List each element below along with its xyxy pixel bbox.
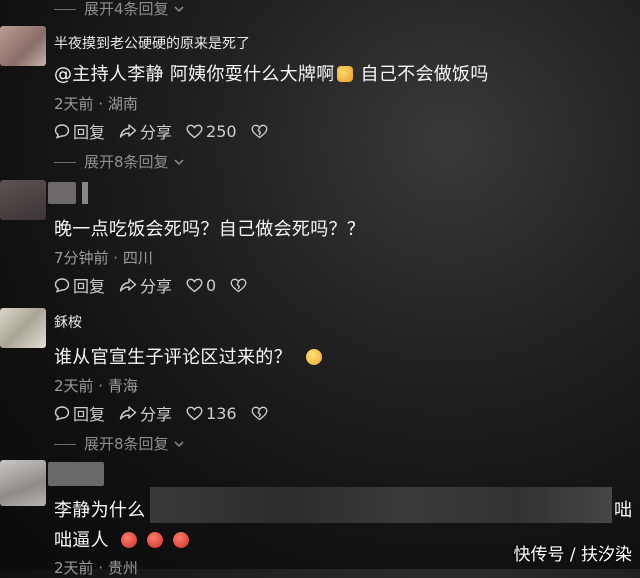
heart-icon — [186, 278, 203, 292]
reply-button[interactable]: 回复 — [54, 401, 105, 425]
divider-line — [54, 162, 76, 163]
username-redacted — [48, 462, 104, 486]
share-arrow-icon — [119, 278, 137, 292]
share-button[interactable]: 分享 — [119, 401, 172, 425]
chevron-down-icon — [174, 441, 184, 448]
comment-meta: 7分钟前 · 四川 — [54, 249, 153, 267]
comment-text: @主持人李静 阿姨你耍什么大牌啊 自己不会做饭吗 — [54, 64, 489, 85]
dislike-button[interactable] — [251, 124, 271, 139]
angry-face-emoji-icon — [120, 532, 137, 548]
username-redacted — [82, 182, 88, 204]
avatar[interactable] — [0, 308, 46, 348]
comment-text: 谁从官宣生子评论区过来的？ — [54, 343, 324, 369]
share-button[interactable]: 分享 — [119, 273, 172, 297]
comment-text-tail: 咄 — [614, 500, 633, 521]
chevron-down-icon — [174, 159, 184, 166]
angry-face-emoji-icon — [146, 532, 163, 548]
share-button[interactable]: 分享 — [119, 119, 172, 143]
comment-username[interactable]: 半夜摸到老公硬硬的原来是死了 — [54, 33, 250, 53]
reply-button[interactable]: 回复 — [54, 273, 105, 297]
comment-actions: 回复 分享 136 — [54, 402, 285, 424]
comment-username[interactable]: 鉌桉 — [54, 312, 82, 332]
username-redacted — [48, 182, 76, 204]
reply-button[interactable]: 回复 — [54, 119, 105, 143]
reply-bubble-icon — [54, 124, 70, 139]
dislike-button[interactable] — [230, 278, 250, 293]
broken-heart-icon — [251, 406, 268, 420]
share-arrow-icon — [119, 124, 137, 138]
like-count: 0 — [206, 275, 217, 295]
divider-line — [54, 444, 76, 445]
angry-face-emoji-icon — [173, 532, 189, 548]
avatar[interactable] — [0, 460, 46, 506]
comment-meta: 2天前 · 贵州 — [54, 559, 138, 577]
comment-text: 晚一点吃饭会死吗？自己做会死吗？？ — [54, 219, 366, 240]
comment-actions: 回复 分享 0 — [54, 274, 264, 296]
comment-text: 李静为什么 — [54, 500, 146, 521]
expand-replies-link[interactable]: 展开4条回复 — [54, 0, 185, 19]
dislike-button[interactable] — [251, 406, 271, 421]
heart-icon — [186, 124, 203, 138]
like-button[interactable]: 250 — [186, 122, 237, 141]
comment-text-line2: 咄逼人 — [54, 526, 191, 552]
like-count: 250 — [206, 121, 237, 141]
comment-actions: 回复 分享 250 — [54, 120, 285, 142]
avatar[interactable] — [0, 180, 46, 220]
people-emoji-icon — [336, 66, 353, 82]
reply-bubble-icon — [54, 406, 70, 421]
reply-bubble-icon — [54, 278, 70, 293]
broken-heart-icon — [230, 278, 247, 292]
broken-heart-icon — [251, 124, 268, 138]
like-button[interactable]: 0 — [186, 276, 216, 295]
expand-replies-link[interactable]: 展开8条回复 — [54, 433, 185, 454]
grimace-emoji-icon — [305, 349, 322, 365]
mosaic-redaction — [150, 487, 612, 523]
avatar[interactable] — [0, 26, 46, 66]
chevron-down-icon — [174, 6, 184, 13]
comment-meta: 2天前 · 青海 — [54, 377, 138, 395]
comment-meta: 2天前 · 湖南 — [54, 95, 138, 113]
expand-replies-link[interactable]: 展开8条回复 — [54, 151, 185, 172]
watermark: 快传号 / 扶汐染 — [513, 545, 632, 565]
divider-line — [54, 9, 76, 10]
heart-icon — [186, 406, 203, 420]
share-arrow-icon — [119, 406, 137, 420]
like-count: 136 — [206, 403, 237, 423]
like-button[interactable]: 136 — [186, 404, 237, 423]
